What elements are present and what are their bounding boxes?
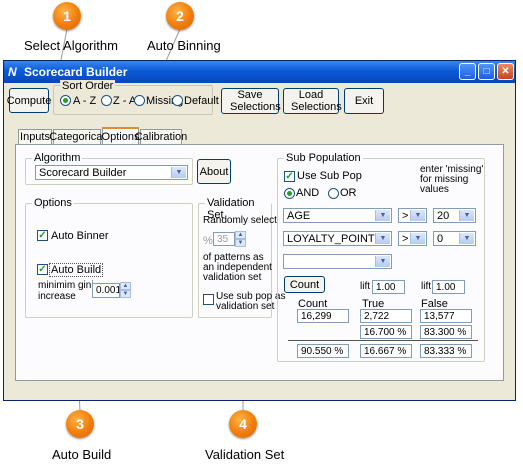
sort-default-label: Default [184, 95, 219, 107]
chevron-down-icon: ▼ [375, 210, 390, 221]
true-pct-total-value: 16.667 % [360, 344, 412, 358]
callout-label-auto-binning: Auto Binning [147, 38, 221, 53]
sort-default-radio[interactable] [172, 95, 183, 106]
save-selections-label: Save Selections [230, 89, 281, 113]
condition-3-variable-dropdown[interactable]: ▼ [283, 254, 392, 269]
sort-order-label: Sort Order [60, 80, 116, 92]
callout-badge-2: 2 [166, 2, 194, 30]
condition-1-variable: AGE [287, 209, 311, 222]
min-gini-spinner[interactable]: ▲ ▼ [120, 282, 131, 298]
callout-label-select-algorithm: Select Algorithm [24, 38, 118, 53]
chevron-down-icon: ▼ [459, 210, 474, 221]
chevron-down-icon: ▼ [171, 167, 186, 178]
algorithm-group-label: Algorithm [32, 152, 83, 164]
sort-az-radio[interactable] [60, 95, 71, 106]
use-sub-pop-validation-line2: validation set [216, 301, 275, 312]
use-sub-pop-validation-checkbox[interactable] [203, 294, 214, 305]
chevron-down-icon: ▼ [375, 233, 390, 244]
sort-missing-radio[interactable] [134, 95, 145, 106]
save-selections-button[interactable]: Save Selections [221, 88, 281, 114]
false-pct-value: 83.300 % [420, 325, 472, 339]
chevron-down-icon: ▼ [410, 233, 425, 244]
window-title: Scorecard Builder [24, 65, 128, 79]
load-selections-button[interactable]: Load Selections [283, 88, 342, 114]
lift-true-label: lift [360, 281, 370, 292]
sort-za-label: Z - A [113, 95, 137, 107]
percent-symbol: % [203, 235, 213, 247]
algorithm-dropdown[interactable]: Scorecard Builder ▼ [35, 165, 188, 180]
condition-1-value-dropdown[interactable]: 20 ▼ [433, 208, 476, 223]
chevron-down-icon: ▼ [459, 233, 474, 244]
options-group-label: Options [32, 197, 74, 209]
tab-options[interactable]: Options [102, 127, 139, 145]
condition-1-operator: > [402, 209, 409, 222]
and-label: AND [296, 187, 320, 199]
lift-false-label: lift [421, 281, 431, 292]
min-gini-label-line2: increase [38, 291, 76, 302]
condition-1-operator-dropdown[interactable]: > ▼ [398, 208, 427, 223]
count-button[interactable]: Count [284, 276, 325, 293]
minimize-button[interactable]: _ [459, 63, 476, 80]
exit-button[interactable]: Exit [344, 88, 384, 114]
false-count-value: 13,577 [420, 309, 472, 323]
tab-calibration[interactable]: Calibration [135, 129, 187, 144]
chevron-down-icon: ▼ [410, 210, 425, 221]
lift-true-value: 1.00 [372, 280, 405, 294]
sort-za-radio[interactable] [101, 95, 112, 106]
or-label: OR [340, 187, 357, 199]
auto-build-checkbox[interactable]: ✓ [37, 264, 48, 275]
spin-down-icon[interactable]: ▼ [120, 290, 131, 298]
min-gini-input[interactable]: 0.001 [92, 283, 120, 298]
condition-2-value: 0 [437, 232, 444, 245]
condition-2-variable: LOYALTY_POINTS [287, 232, 382, 245]
auto-build-label: Auto Build [49, 263, 104, 277]
condition-2-value-dropdown[interactable]: 0 ▼ [433, 231, 476, 246]
maximize-button[interactable]: □ [478, 63, 495, 80]
spin-up-icon[interactable]: ▲ [235, 231, 246, 239]
auto-binner-label: Auto Binner [51, 230, 109, 242]
app-icon: N [8, 65, 17, 79]
load-selections-label: Load Selections [291, 89, 342, 113]
total-pct-value: 90.550 % [297, 344, 349, 358]
about-button[interactable]: About [197, 159, 231, 184]
compute-button[interactable]: Compute [7, 88, 51, 113]
sort-az-label: A - Z [73, 95, 97, 107]
condition-1-value: 20 [437, 209, 450, 222]
spin-down-icon[interactable]: ▼ [235, 239, 246, 247]
use-sub-pop-checkbox[interactable]: ✓ [284, 171, 295, 182]
missing-hint-line3: values [420, 184, 449, 195]
patterns-text-line3: validation set [203, 272, 262, 283]
condition-1-variable-dropdown[interactable]: AGE ▼ [283, 208, 392, 223]
lift-false-value: 1.00 [432, 280, 465, 294]
close-button[interactable]: ✕ [497, 63, 514, 80]
true-count-value: 2,722 [360, 309, 412, 323]
callout-badge-4: 4 [229, 410, 257, 438]
totals-divider [288, 340, 478, 341]
validation-percent-input[interactable]: 35 [213, 232, 235, 246]
callout-label-validation-set: Validation Set [205, 447, 285, 462]
randomly-select-label: Randomly select [203, 215, 277, 226]
callout-badge-1: 1 [53, 2, 81, 30]
false-pct-total-value: 83.333 % [420, 344, 472, 358]
condition-2-variable-dropdown[interactable]: LOYALTY_POINTS ▼ [283, 231, 392, 246]
sub-population-group-label: Sub Population [284, 152, 363, 164]
algorithm-selected-value: Scorecard Builder [39, 166, 127, 179]
validation-percent-spinner[interactable]: ▲ ▼ [235, 231, 246, 247]
tab-inputs[interactable]: Inputs [18, 129, 52, 144]
callout-label-auto-build: Auto Build [52, 447, 112, 462]
or-radio[interactable] [328, 188, 339, 199]
spin-up-icon[interactable]: ▲ [120, 282, 131, 290]
condition-2-operator-dropdown[interactable]: > ▼ [398, 231, 427, 246]
chevron-down-icon: ▼ [375, 256, 390, 267]
condition-2-operator: > [402, 232, 409, 245]
callout-badge-3: 3 [66, 410, 94, 438]
auto-binner-checkbox[interactable]: ✓ [37, 230, 48, 241]
true-pct-value: 16.700 % [360, 325, 412, 339]
tab-categorical[interactable]: Categorical [49, 129, 105, 144]
min-gini-label-line1: minimim gini [38, 280, 94, 291]
count-value: 16,299 [297, 309, 349, 323]
use-sub-pop-label: Use Sub Pop [297, 170, 362, 182]
and-radio[interactable] [284, 188, 295, 199]
